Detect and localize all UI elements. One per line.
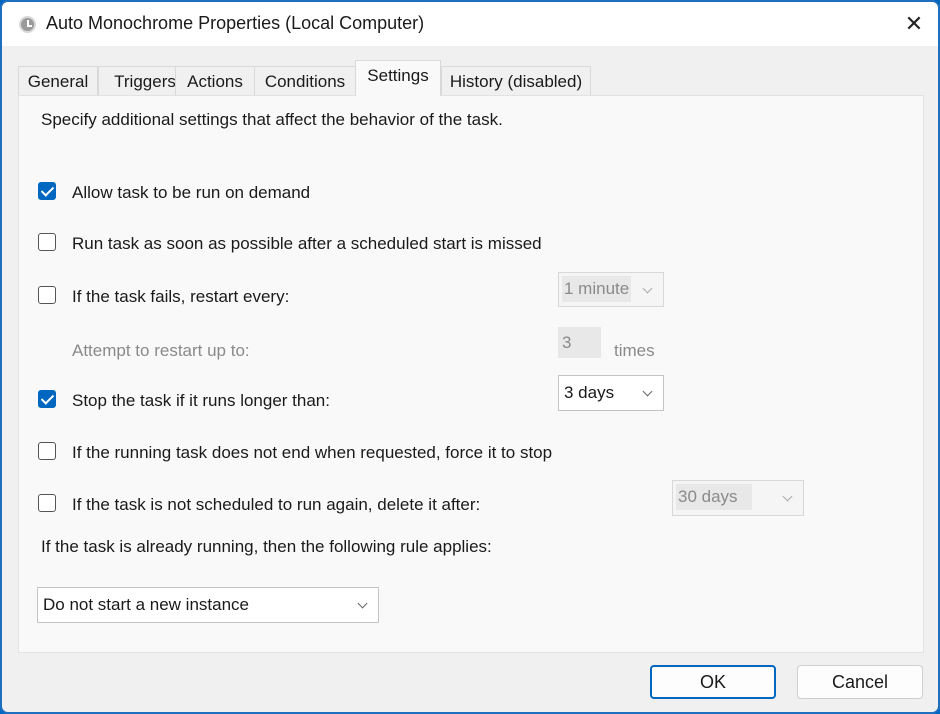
restart-checkbox[interactable]	[38, 286, 56, 304]
clock-icon	[19, 16, 36, 33]
cancel-button[interactable]: Cancel	[797, 665, 923, 699]
stop-duration-dropdown[interactable]: 3 days	[558, 375, 664, 411]
delete-after-checkbox[interactable]	[38, 494, 56, 512]
delete-after-dropdown[interactable]: 30 days	[672, 480, 804, 516]
stop-long-label[interactable]: Stop the task if it runs longer than:	[72, 391, 330, 411]
delete-after-label[interactable]: If the task is not scheduled to run agai…	[72, 495, 480, 515]
running-rule-value: Do not start a new instance	[43, 595, 250, 614]
restart-label[interactable]: If the task fails, restart every:	[72, 287, 289, 307]
tab-history[interactable]: History (disabled)	[441, 66, 591, 95]
force-stop-label[interactable]: If the running task does not end when re…	[72, 443, 552, 463]
run-missed-checkbox[interactable]	[38, 233, 56, 251]
restart-attempt-input[interactable]: 3	[558, 327, 601, 358]
allow-on-demand-label[interactable]: Allow task to be run on demand	[72, 183, 310, 203]
chevron-down-icon	[357, 598, 368, 609]
stop-duration-value: 3 days	[564, 383, 615, 402]
tab-general[interactable]: General	[18, 66, 98, 95]
delete-after-value: 30 days	[676, 484, 752, 510]
tab-settings[interactable]: Settings	[355, 60, 441, 96]
running-rule-dropdown[interactable]: Do not start a new instance	[37, 587, 379, 623]
close-icon[interactable]: ✕	[890, 2, 938, 46]
restart-attempt-label: Attempt to restart up to:	[72, 341, 250, 360]
times-label: times	[614, 341, 655, 360]
chevron-down-icon	[642, 283, 653, 294]
settings-panel: Specify additional settings that affect …	[18, 95, 924, 653]
stop-long-checkbox[interactable]	[38, 390, 56, 408]
title-bar[interactable]: Auto Monochrome Properties (Local Comput…	[2, 2, 938, 46]
restart-attempt-value: 3	[562, 333, 572, 352]
chevron-down-icon	[642, 386, 653, 397]
ok-button[interactable]: OK	[650, 665, 776, 699]
force-stop-checkbox[interactable]	[38, 442, 56, 460]
window-title: Auto Monochrome Properties (Local Comput…	[46, 13, 425, 33]
tab-conditions[interactable]: Conditions	[254, 66, 356, 95]
tab-actions[interactable]: Actions	[175, 66, 255, 95]
settings-description: Specify additional settings that affect …	[41, 110, 503, 129]
restart-interval-value: 1 minute	[562, 276, 632, 302]
chevron-down-icon	[782, 491, 793, 502]
run-missed-label[interactable]: Run task as soon as possible after a sch…	[72, 234, 542, 254]
allow-on-demand-checkbox[interactable]	[38, 182, 56, 200]
running-rule-label: If the task is already running, then the…	[41, 537, 492, 556]
restart-interval-dropdown[interactable]: 1 minute	[558, 272, 664, 307]
properties-dialog: Auto Monochrome Properties (Local Comput…	[0, 0, 940, 714]
